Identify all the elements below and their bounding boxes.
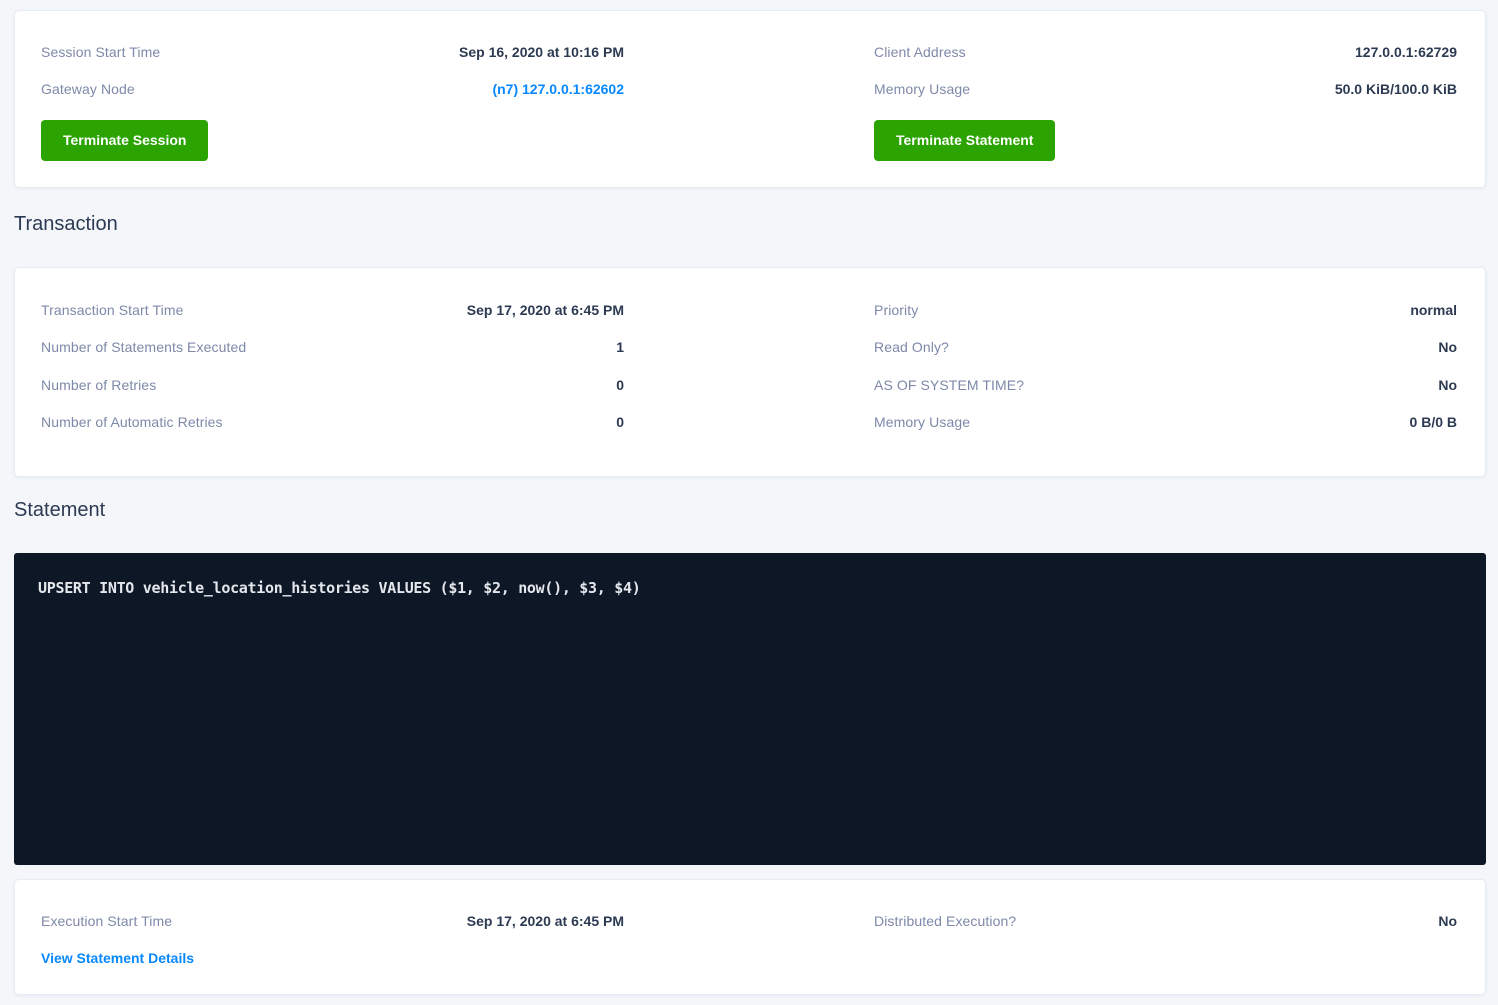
- as-of-system-time-label: AS OF SYSTEM TIME?: [874, 377, 1024, 393]
- read-only-value: No: [1438, 339, 1457, 355]
- session-start-time-value: Sep 16, 2020 at 10:16 PM: [459, 44, 624, 60]
- client-address-row: Client Address 127.0.0.1:62729: [874, 33, 1457, 70]
- transaction-section-heading: Transaction: [14, 210, 1486, 238]
- retries-value: 0: [616, 377, 624, 393]
- transaction-memory-usage-label: Memory Usage: [874, 414, 970, 430]
- as-of-system-time-value: No: [1438, 377, 1457, 393]
- priority-row: Priority normal: [874, 291, 1457, 329]
- view-statement-details-link[interactable]: View Statement Details: [41, 950, 194, 966]
- distributed-execution-label: Distributed Execution?: [874, 913, 1016, 929]
- automatic-retries-label: Number of Automatic Retries: [41, 414, 223, 430]
- transaction-right-column: Priority normal Read Only? No AS OF SYST…: [874, 291, 1457, 441]
- session-details-page: Session Start Time Sep 16, 2020 at 10:16…: [0, 0, 1498, 1005]
- terminate-statement-button[interactable]: Terminate Statement: [874, 120, 1055, 161]
- execution-start-time-row: Execution Start Time Sep 17, 2020 at 6:4…: [41, 902, 624, 939]
- client-address-label: Client Address: [874, 44, 966, 60]
- transaction-start-time-row: Transaction Start Time Sep 17, 2020 at 6…: [41, 291, 624, 329]
- retries-row: Number of Retries 0: [41, 366, 624, 404]
- statement-section-heading: Statement: [14, 496, 1486, 524]
- statement-sql-text: UPSERT INTO vehicle_location_histories V…: [38, 579, 1462, 597]
- priority-value: normal: [1410, 302, 1457, 318]
- session-memory-usage-row: Memory Usage 50.0 KiB/100.0 KiB: [874, 70, 1457, 107]
- session-summary-right-column: Client Address 127.0.0.1:62729 Memory Us…: [874, 33, 1457, 161]
- distributed-execution-row: Distributed Execution? No: [874, 902, 1457, 940]
- session-memory-usage-value: 50.0 KiB/100.0 KiB: [1335, 81, 1457, 97]
- as-of-system-time-row: AS OF SYSTEM TIME? No: [874, 366, 1457, 404]
- transaction-memory-usage-value: 0 B/0 B: [1410, 414, 1457, 430]
- execution-start-time-label: Execution Start Time: [41, 913, 172, 929]
- transaction-start-time-value: Sep 17, 2020 at 6:45 PM: [467, 302, 624, 318]
- execution-left-column: Execution Start Time Sep 17, 2020 at 6:4…: [41, 902, 624, 976]
- statement-execution-card: Execution Start Time Sep 17, 2020 at 6:4…: [14, 879, 1486, 995]
- terminate-session-button[interactable]: Terminate Session: [41, 120, 208, 161]
- transaction-memory-usage-row: Memory Usage 0 B/0 B: [874, 404, 1457, 442]
- gateway-node-row: Gateway Node (n7) 127.0.0.1:62602: [41, 70, 624, 107]
- statement-sql-box: UPSERT INTO vehicle_location_histories V…: [14, 553, 1486, 865]
- session-summary-left-column: Session Start Time Sep 16, 2020 at 10:16…: [41, 33, 624, 161]
- retries-label: Number of Retries: [41, 377, 156, 393]
- read-only-label: Read Only?: [874, 339, 949, 355]
- transaction-start-time-label: Transaction Start Time: [41, 302, 184, 318]
- gateway-node-link[interactable]: (n7) 127.0.0.1:62602: [492, 81, 624, 97]
- read-only-row: Read Only? No: [874, 329, 1457, 367]
- view-statement-details-row: View Statement Details: [41, 939, 624, 976]
- statements-executed-row: Number of Statements Executed 1: [41, 329, 624, 367]
- session-start-time-row: Session Start Time Sep 16, 2020 at 10:16…: [41, 33, 624, 70]
- session-start-time-label: Session Start Time: [41, 44, 160, 60]
- automatic-retries-value: 0: [616, 414, 624, 430]
- automatic-retries-row: Number of Automatic Retries 0: [41, 404, 624, 442]
- session-summary-card: Session Start Time Sep 16, 2020 at 10:16…: [14, 10, 1486, 188]
- transaction-details-card: Transaction Start Time Sep 17, 2020 at 6…: [14, 267, 1486, 477]
- client-address-value: 127.0.0.1:62729: [1355, 44, 1457, 60]
- priority-label: Priority: [874, 302, 918, 318]
- transaction-left-column: Transaction Start Time Sep 17, 2020 at 6…: [41, 291, 624, 441]
- gateway-node-label: Gateway Node: [41, 81, 135, 97]
- session-memory-usage-label: Memory Usage: [874, 81, 970, 97]
- execution-right-column: Distributed Execution? No: [874, 902, 1457, 976]
- statements-executed-value: 1: [616, 339, 624, 355]
- statements-executed-label: Number of Statements Executed: [41, 339, 246, 355]
- distributed-execution-value: No: [1438, 913, 1457, 929]
- execution-start-time-value: Sep 17, 2020 at 6:45 PM: [467, 913, 624, 929]
